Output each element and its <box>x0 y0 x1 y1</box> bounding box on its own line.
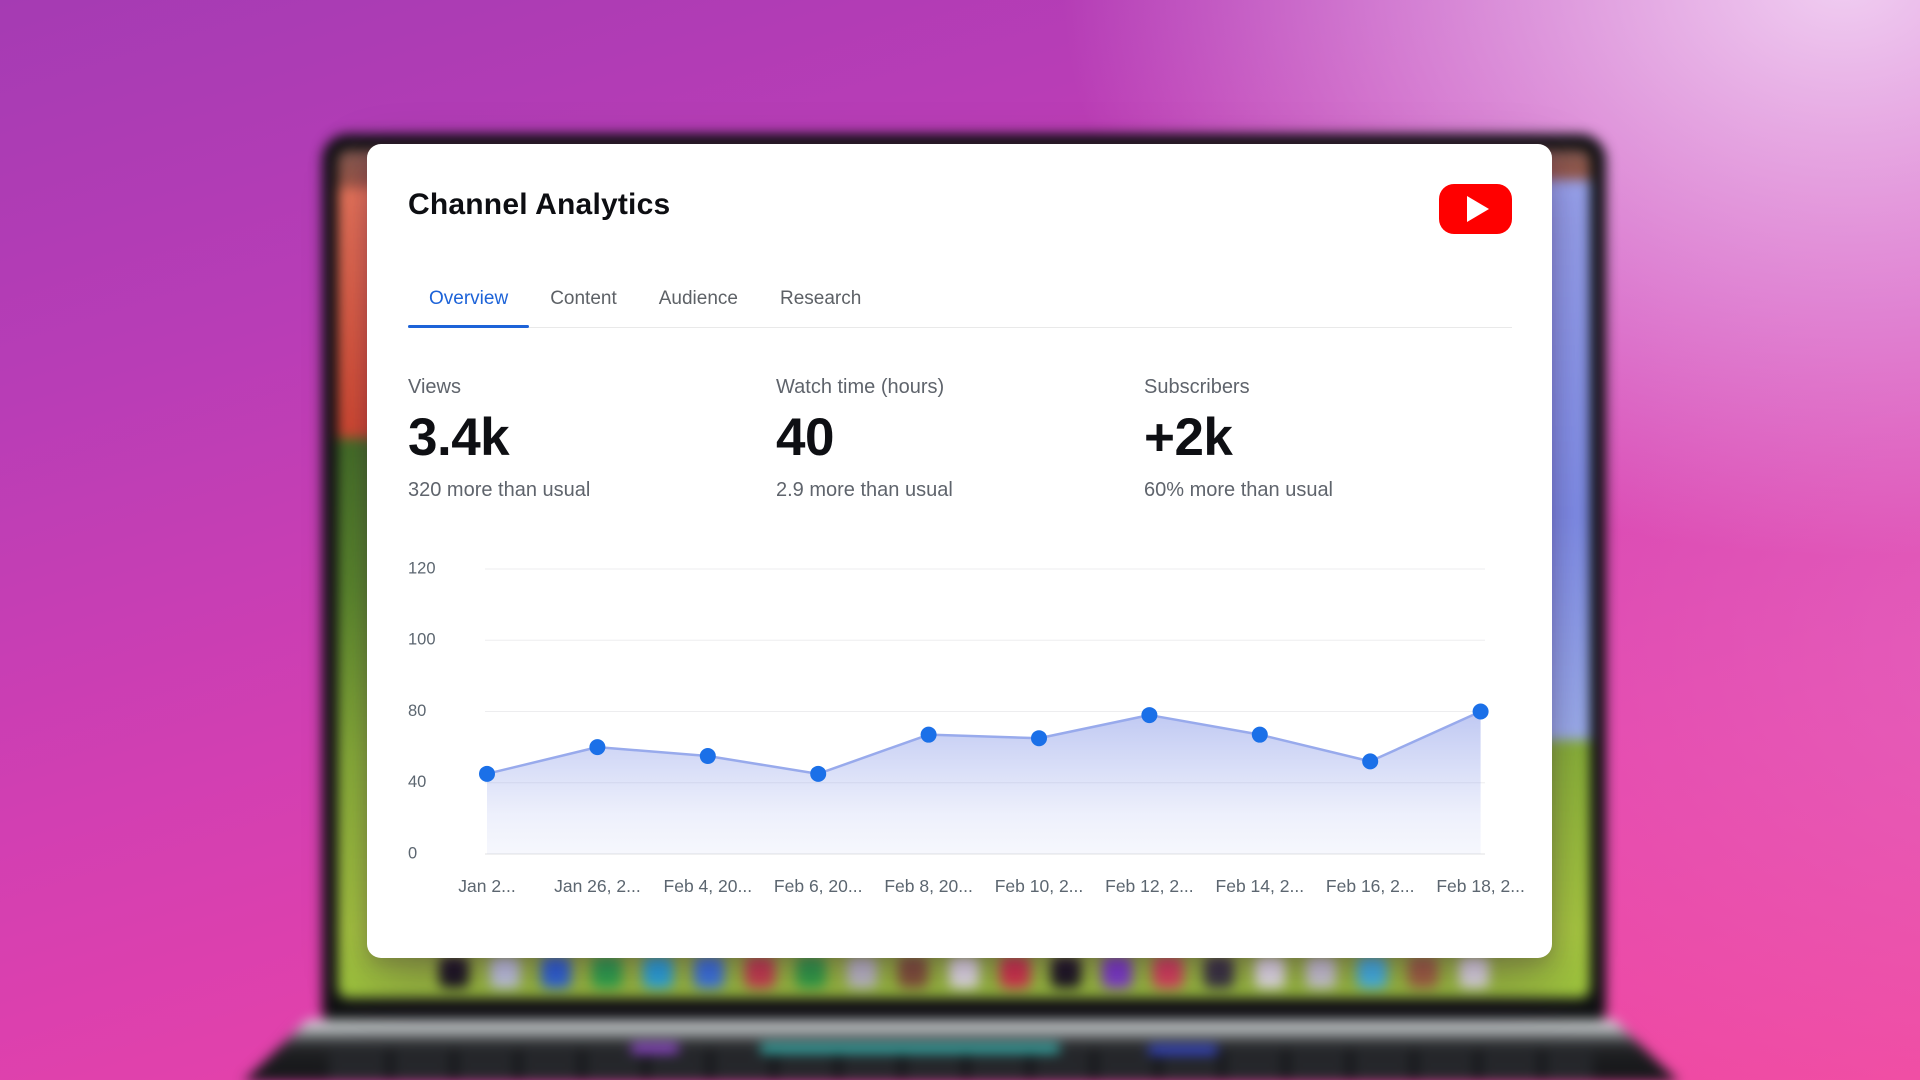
stat-subscribers: Subscribers +2k 60% more than usual <box>1144 376 1512 502</box>
macos-dock <box>439 956 1489 988</box>
keyboard-keys <box>329 1050 1593 1080</box>
dock-icon <box>898 956 928 988</box>
dock-icon <box>847 956 877 988</box>
tab-bar: Overview Content Audience Research <box>408 276 1512 328</box>
tab-content[interactable]: Content <box>529 276 638 327</box>
chart-point[interactable] <box>479 766 495 782</box>
chart-point[interactable] <box>810 766 826 782</box>
x-tick-label: Feb 10, 2... <box>995 876 1084 896</box>
x-tick-label: Jan 2... <box>458 876 515 896</box>
analytics-line-chart: 120 100 80 40 0 Jan 2... Jan 26, 2... Feb 4, 20… <box>408 544 1512 921</box>
x-tick-label: Feb 8, 20... <box>884 876 973 896</box>
dock-icon <box>694 956 724 988</box>
x-tick-label: Feb 14, 2... <box>1216 876 1305 896</box>
y-tick-label: 0 <box>408 844 417 862</box>
dock-icon <box>796 956 826 988</box>
dock-icon <box>541 956 571 988</box>
stat-views: Views 3.4k 320 more than usual <box>408 376 776 502</box>
chart-area-fill <box>487 712 1481 855</box>
dock-icon <box>1306 956 1336 988</box>
card-header: Channel Analytics <box>408 188 1512 234</box>
stat-label: Subscribers <box>1144 376 1512 399</box>
stat-label: Views <box>408 376 776 399</box>
stat-watch-time: Watch time (hours) 40 2.9 more than usua… <box>776 376 1144 502</box>
x-tick-label: Feb 16, 2... <box>1326 876 1415 896</box>
dock-icon <box>745 956 775 988</box>
stat-value: 3.4k <box>408 407 776 468</box>
stats-row: Views 3.4k 320 more than usual Watch tim… <box>408 376 1512 502</box>
chart-point[interactable] <box>1473 704 1489 720</box>
x-tick-label: Feb 12, 2... <box>1105 876 1194 896</box>
dock-icon <box>1102 956 1132 988</box>
dock-icon <box>643 956 673 988</box>
stat-note: 2.9 more than usual <box>776 479 1144 502</box>
dock-icon <box>1204 956 1234 988</box>
chart-point[interactable] <box>700 748 716 764</box>
y-tick-label: 100 <box>408 631 436 649</box>
dock-icon <box>1051 956 1081 988</box>
x-tick-label: Feb 4, 20... <box>664 876 753 896</box>
stat-value: +2k <box>1144 407 1512 468</box>
tab-audience[interactable]: Audience <box>638 276 759 327</box>
chart-point[interactable] <box>921 727 937 743</box>
page-title: Channel Analytics <box>408 188 670 222</box>
keyboard-glint <box>760 1044 1060 1053</box>
keyboard-glint <box>1148 1046 1218 1054</box>
chart-point[interactable] <box>1252 727 1268 743</box>
dock-icon <box>1000 956 1030 988</box>
stat-note: 320 more than usual <box>408 479 776 502</box>
dock-icon <box>1153 956 1183 988</box>
play-icon <box>1467 196 1489 222</box>
x-tick-label: Jan 26, 2... <box>554 876 641 896</box>
y-tick-label: 120 <box>408 559 436 577</box>
chart-point[interactable] <box>1362 753 1378 769</box>
y-tick-label: 40 <box>408 773 426 791</box>
channel-analytics-card: Channel Analytics Overview Content Audie… <box>367 144 1552 958</box>
desktop-background: Channel Analytics Overview Content Audie… <box>0 0 1920 1080</box>
x-tick-label: Feb 6, 20... <box>774 876 863 896</box>
stat-value: 40 <box>776 407 1144 468</box>
laptop-keyboard-base <box>243 1020 1679 1080</box>
chart-svg: 120 100 80 40 0 Jan 2... Jan 26, 2... Feb 4, 20… <box>408 544 1553 916</box>
dock-icon <box>1357 956 1387 988</box>
x-tick-label: Feb 18, 2... <box>1436 876 1525 896</box>
youtube-logo[interactable] <box>1439 184 1512 234</box>
dock-icon <box>490 956 520 988</box>
stat-note: 60% more than usual <box>1144 479 1512 502</box>
stat-label: Watch time (hours) <box>776 376 1144 399</box>
dock-icon <box>1255 956 1285 988</box>
dock-icon <box>1408 956 1438 988</box>
tab-research[interactable]: Research <box>759 276 882 327</box>
dock-icon <box>439 956 469 988</box>
dock-icon <box>949 956 979 988</box>
chart-point[interactable] <box>1141 707 1157 723</box>
chart-point[interactable] <box>1031 730 1047 746</box>
keyboard-glint <box>631 1044 679 1053</box>
dock-icon <box>1459 956 1489 988</box>
y-tick-label: 80 <box>408 702 426 720</box>
dock-icon <box>592 956 622 988</box>
chart-point[interactable] <box>589 739 605 755</box>
tab-overview[interactable]: Overview <box>408 276 529 327</box>
